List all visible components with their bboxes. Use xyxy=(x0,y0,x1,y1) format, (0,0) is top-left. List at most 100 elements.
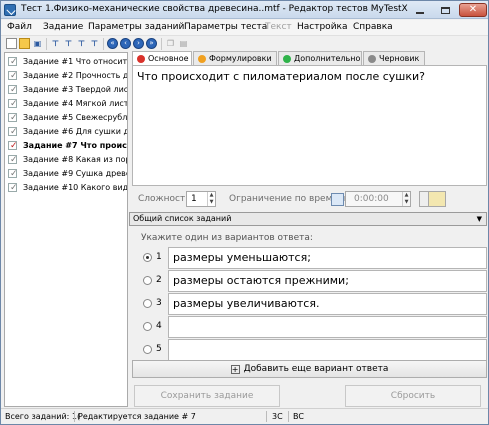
menu-task-params[interactable]: Параметры заданий xyxy=(88,22,184,32)
task-list-item[interactable]: ✓ Задание #9 Сушка древеси xyxy=(5,167,127,181)
answer-text-field[interactable]: размеры остаются прежними; xyxy=(168,270,487,292)
task-check-icon: ✓ xyxy=(8,169,18,179)
task-tree-remove-icon[interactable]: ⊤ xyxy=(76,38,87,49)
dropdown-value: Общий список заданий xyxy=(133,214,232,223)
task-list-item[interactable]: ✓ Задание #1 Что относитс xyxy=(5,55,127,69)
spinner-arrows-icon[interactable]: ▲ ▼ xyxy=(207,192,215,206)
status-editing: Редактируется задание # 7 xyxy=(78,412,196,421)
close-button[interactable]: ✕ xyxy=(459,3,487,17)
task-tree-move-icon[interactable]: ⊤ xyxy=(89,38,100,49)
tab-label: Черновик xyxy=(379,54,420,63)
tab-label: Основное xyxy=(148,54,189,63)
answer-number: 1 xyxy=(156,252,162,262)
task-label: Задание #5 Свежесрублен xyxy=(23,113,128,122)
answer-text-field[interactable] xyxy=(168,316,487,338)
task-check-icon: ✓ xyxy=(8,141,18,151)
tab-label: Формулировки xyxy=(209,54,272,63)
task-check-icon: ✓ xyxy=(8,183,18,193)
task-settings: Сложность: 1 ▲ ▼ Ограничение по времени: … xyxy=(132,187,487,211)
task-list: ✓ Задание #1 Что относитс ✓ Задание #2 Про… xyxy=(4,52,128,407)
answer-radio[interactable] xyxy=(143,345,152,354)
answer-text-field[interactable]: размеры уменьшаются; xyxy=(168,247,487,269)
question-editor[interactable]: Что происходит с пиломатериалом после су… xyxy=(132,65,487,186)
tab-draft[interactable]: Черновик xyxy=(363,51,425,65)
task-tree-icon[interactable]: ⊤ xyxy=(50,38,61,49)
red-dot-icon xyxy=(137,55,145,63)
task-check-icon: ✓ xyxy=(8,127,18,137)
task-list-item[interactable]: ✓ Задание #3 Твердой листо xyxy=(5,83,128,97)
answer-option: 2 размеры остаются прежними; xyxy=(141,270,487,292)
answer-radio[interactable] xyxy=(143,299,152,308)
task-list-item[interactable]: ✓ Задание #5 Свежесрублен xyxy=(5,111,128,125)
task-list-item[interactable]: ✓ Задание #10 Какого вида н xyxy=(5,181,127,195)
task-list-item[interactable]: ✓ Задание #2 Прочность дре xyxy=(5,69,127,83)
main-window: Тест 1.Физико-механические свойства древ… xyxy=(0,0,489,425)
toolbar-separator xyxy=(46,38,47,50)
time-limit-checkbox[interactable] xyxy=(331,193,344,206)
toolbar-separator xyxy=(103,38,104,50)
menu-settings[interactable]: Настройка xyxy=(297,22,348,32)
question-text: Что происходит с пиломатериалом после су… xyxy=(137,70,425,83)
tab-label: Дополнительно xyxy=(294,54,361,63)
toolbar: ▣ ⊤ ⊤ ⊤ ⊤ « ‹ › » ❐ ▤ xyxy=(1,37,488,51)
complexity-spinner[interactable]: 1 ▲ ▼ xyxy=(186,191,216,207)
task-label: Задание #3 Твердой листо xyxy=(23,85,128,94)
task-list-item[interactable]: ✓ Задание #6 Для сушки дре xyxy=(5,125,127,139)
spinner-arrows-icon[interactable]: ▲ ▼ xyxy=(402,192,410,206)
answer-option: 5 xyxy=(141,339,487,361)
status-total: Всего заданий: 1( xyxy=(5,412,81,421)
minimize-button[interactable] xyxy=(408,3,432,17)
status-caps: 3C xyxy=(272,412,283,421)
status-bar: Всего заданий: 1( Редактируется задание … xyxy=(1,408,488,424)
menu-task[interactable]: Задание xyxy=(43,22,83,32)
menu-bar: Файл Задание Параметры заданий Параметры… xyxy=(1,20,488,36)
task-list-item[interactable]: ✓ Задание #4 Мягкой листов xyxy=(5,97,127,111)
answer-text-field[interactable]: размеры увеличиваются. xyxy=(168,293,487,315)
task-list-item-selected[interactable]: ✓ Задание #7 Что происх xyxy=(5,139,127,153)
gray-dot-icon xyxy=(368,55,376,63)
copy-icon[interactable]: ❐ xyxy=(165,38,176,49)
add-answer-label: Добавить еще вариант ответа xyxy=(243,364,389,374)
add-answer-button[interactable]: + Добавить еще вариант ответа xyxy=(132,360,487,378)
menu-help[interactable]: Справка xyxy=(353,22,393,32)
nav-prev-icon[interactable]: ‹ xyxy=(120,38,131,49)
task-label: Задание #8 Какая из пород xyxy=(23,155,127,164)
answer-number: 3 xyxy=(156,298,162,308)
task-list-item[interactable]: ✓ Задание #8 Какая из пород xyxy=(5,153,127,167)
close-icon: ✕ xyxy=(468,4,478,15)
status-separator xyxy=(266,411,267,422)
tab-main[interactable]: Основное xyxy=(132,51,192,66)
task-list-dropdown[interactable]: Общий список заданий ▼ xyxy=(129,212,487,226)
clipboard-icon[interactable] xyxy=(428,191,446,207)
answer-radio[interactable] xyxy=(143,322,152,331)
status-separator xyxy=(74,411,75,422)
paste-icon[interactable]: ▤ xyxy=(178,38,189,49)
answer-option: 1 размеры уменьшаются; xyxy=(141,247,487,269)
new-document-icon[interactable] xyxy=(6,38,17,49)
tab-additional[interactable]: Дополнительно xyxy=(278,51,362,65)
menu-test-params[interactable]: Параметры теста xyxy=(184,22,267,32)
task-check-icon: ✓ xyxy=(8,155,18,165)
answer-radio[interactable] xyxy=(143,253,152,262)
reset-button[interactable]: Сбросить xyxy=(345,385,481,407)
task-tree-add-icon[interactable]: ⊤ xyxy=(63,38,74,49)
title-bar: Тест 1.Физико-механические свойства древ… xyxy=(1,1,488,19)
nav-first-icon[interactable]: « xyxy=(107,38,118,49)
answer-option: 3 размеры увеличиваются. xyxy=(141,293,487,315)
nav-last-icon[interactable]: » xyxy=(146,38,157,49)
answer-instruction: Укажите один из вариантов ответа: xyxy=(141,233,313,243)
save-icon[interactable]: ▣ xyxy=(32,38,43,49)
tab-wordings[interactable]: Формулировки xyxy=(193,51,277,65)
answer-text-field[interactable] xyxy=(168,339,487,361)
menu-file[interactable]: Файл xyxy=(7,22,32,32)
time-limit-spinner[interactable]: 0:00:00 ▲ ▼ xyxy=(345,191,411,207)
minimize-icon xyxy=(416,12,424,14)
answer-radio[interactable] xyxy=(143,276,152,285)
maximize-button[interactable] xyxy=(433,3,457,17)
app-icon xyxy=(4,4,16,16)
menu-text[interactable]: Текст xyxy=(265,22,292,32)
nav-next-icon[interactable]: › xyxy=(133,38,144,49)
task-check-icon: ✓ xyxy=(8,113,18,123)
open-folder-icon[interactable] xyxy=(19,38,30,49)
save-task-button[interactable]: Сохранить задание xyxy=(134,385,280,407)
